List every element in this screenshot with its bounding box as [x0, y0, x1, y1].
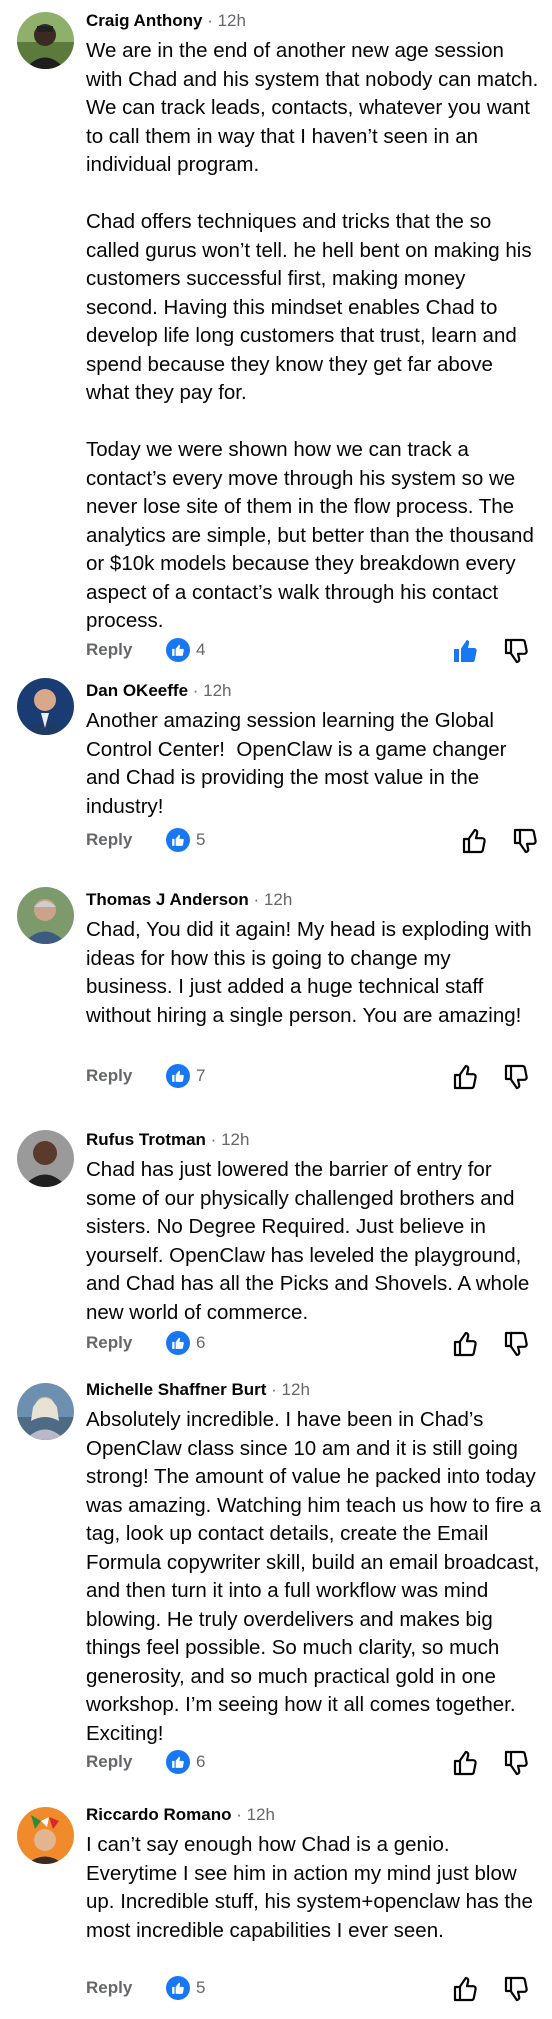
avatar[interactable]	[17, 887, 74, 944]
comment-actions: Reply 5	[86, 826, 546, 856]
comment-time[interactable]: 12h	[221, 1130, 249, 1149]
comment-time[interactable]: 12h	[264, 890, 292, 909]
thumbs-up-icon[interactable]	[450, 1062, 480, 1092]
avatar[interactable]	[17, 1383, 74, 1440]
comment-actions: Reply 7	[86, 1062, 546, 1092]
thumbs-down-icon[interactable]	[501, 1329, 531, 1359]
comment-time[interactable]: 12h	[203, 681, 231, 700]
thumbs-up-icon	[166, 1064, 190, 1088]
commenter-name[interactable]: Dan OKeeffe	[86, 681, 188, 700]
thumbs-up-icon	[166, 1750, 190, 1774]
commenter-name[interactable]: Michelle Shaffner Burt	[86, 1380, 266, 1399]
comment-time[interactable]: 12h	[282, 1380, 310, 1399]
like-count: 4	[196, 640, 206, 659]
thumbs-up-icon[interactable]	[450, 1974, 480, 2004]
comment-text: Chad has just lowered the barrier of ent…	[86, 1158, 536, 1324]
reply-button[interactable]: Reply	[86, 640, 132, 660]
reply-button[interactable]: Reply	[86, 1752, 132, 1772]
commenter-name[interactable]: Rufus Trotman	[86, 1130, 206, 1149]
thumbs-down-icon[interactable]	[501, 1974, 531, 2004]
thumbs-down-icon[interactable]	[501, 1062, 531, 1092]
comment-text: We are in the end of another new age ses…	[86, 39, 539, 632]
thumbs-up-icon[interactable]	[450, 1329, 480, 1359]
commenter-name[interactable]: Craig Anthony	[86, 11, 202, 30]
commenter-name[interactable]: Thomas J Anderson	[86, 890, 249, 909]
comment-time[interactable]: 12h	[247, 1805, 275, 1824]
like-count: 6	[196, 1752, 206, 1771]
commenter-name[interactable]: Riccardo Romano	[86, 1805, 231, 1824]
avatar[interactable]	[17, 1130, 74, 1187]
thumbs-up-icon	[166, 828, 190, 852]
comment-actions: Reply 5	[86, 1974, 546, 2004]
thumbs-down-icon[interactable]	[501, 636, 531, 666]
comment-actions: Reply 6	[86, 1329, 546, 1359]
comment-time[interactable]: 12h	[218, 11, 246, 30]
avatar[interactable]	[17, 12, 74, 69]
like-count: 7	[196, 1066, 206, 1085]
like-filled-icon[interactable]	[450, 636, 480, 666]
thumbs-up-icon[interactable]	[459, 826, 489, 856]
comment-text: Absolutely incredible. I have been in Ch…	[86, 1408, 547, 1745]
thumbs-down-icon[interactable]	[510, 826, 540, 856]
thumbs-up-icon	[166, 1331, 190, 1355]
comment-actions: Reply 6	[86, 1748, 546, 1778]
thumbs-up-icon[interactable]	[450, 1748, 480, 1778]
thumbs-up-icon	[166, 1976, 190, 2000]
like-count: 5	[196, 1978, 206, 1997]
like-count: 6	[196, 1333, 206, 1352]
thumbs-down-icon[interactable]	[501, 1748, 531, 1778]
comment-actions: Reply 4	[86, 636, 546, 666]
reply-button[interactable]: Reply	[86, 830, 132, 850]
reply-button[interactable]: Reply	[86, 1978, 132, 1998]
reply-button[interactable]: Reply	[86, 1066, 132, 1086]
avatar[interactable]	[17, 1807, 74, 1864]
like-count: 5	[196, 830, 206, 849]
comment-text: Chad, You did it again! My head is explo…	[86, 918, 538, 1027]
comment-text: Another amazing session learning the Glo…	[86, 709, 513, 818]
avatar[interactable]	[17, 678, 74, 735]
thumbs-up-icon	[166, 638, 190, 662]
reply-button[interactable]: Reply	[86, 1333, 132, 1353]
comment-text: I can’t say enough how Chad is a genio. …	[86, 1833, 539, 1942]
